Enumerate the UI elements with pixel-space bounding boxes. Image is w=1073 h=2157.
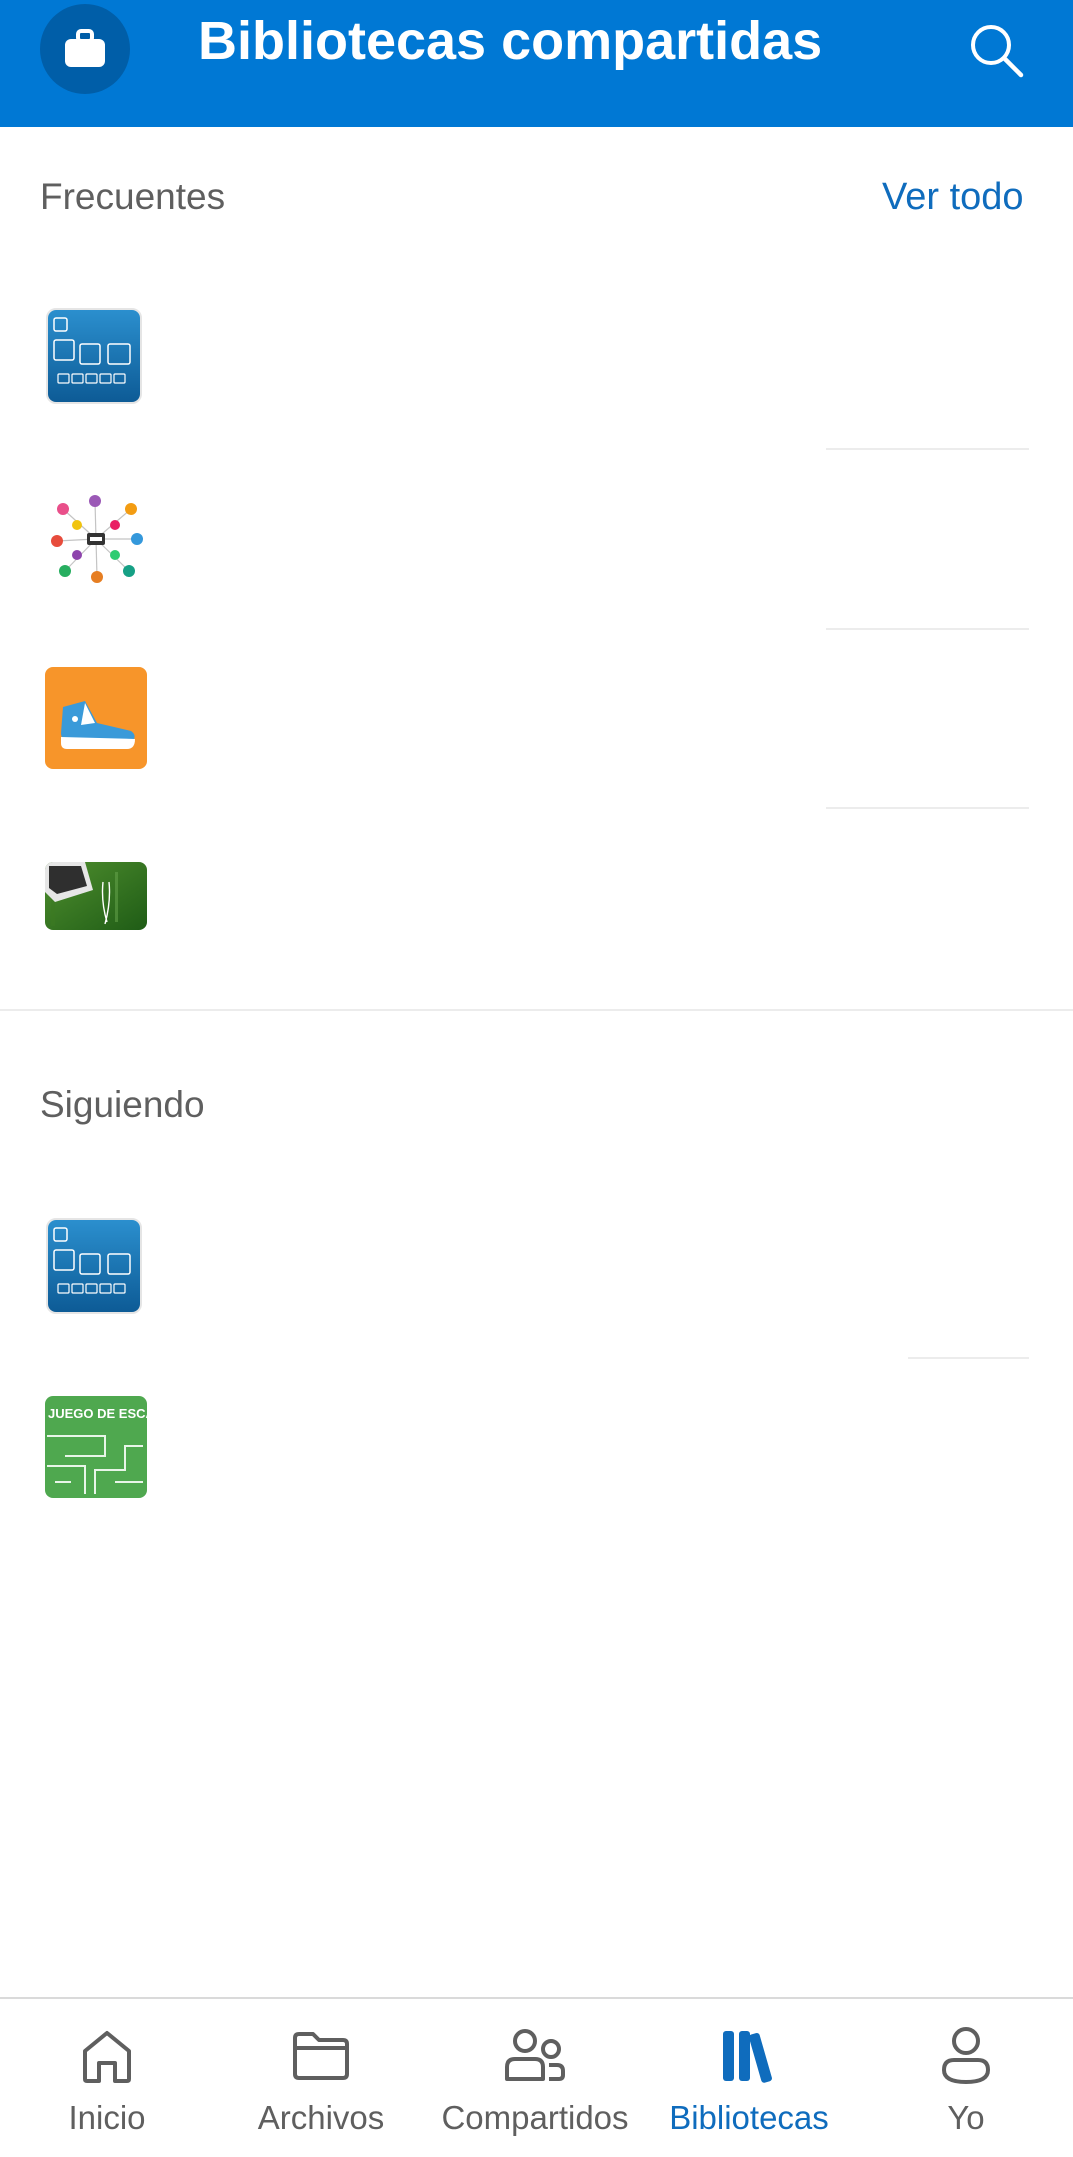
app-bar: Bibliotecas compartidas — [0, 0, 1073, 127]
network-diagram-thumbnail — [45, 487, 147, 589]
escape-game-thumbnail: JUEGO DE ESCAPE — [45, 1396, 147, 1498]
escape-game-text: JUEGO DE ESCAPE — [48, 1406, 147, 1421]
see-all-link[interactable]: Ver todo — [882, 176, 1024, 219]
nav-inicio[interactable]: Inicio — [0, 1999, 214, 2157]
nav-label: Inicio — [68, 2099, 146, 2136]
sneaker-thumbnail — [45, 667, 147, 769]
page-title: Bibliotecas compartidas — [198, 11, 823, 71]
divider — [908, 1357, 1029, 1359]
divider — [826, 448, 1029, 450]
search-icon — [971, 25, 1024, 78]
nav-label: Yo — [947, 2099, 985, 2136]
code-keyboard-thumbnail — [46, 308, 142, 404]
code-keyboard-thumbnail — [46, 1218, 142, 1314]
section-divider — [0, 1009, 1073, 1011]
search-button[interactable] — [960, 14, 1032, 86]
nav-yo[interactable]: Yo — [859, 1999, 1073, 2157]
person-icon — [942, 2027, 990, 2084]
laptop-grass-thumbnail — [45, 862, 147, 930]
bottom-navigation: Inicio Archivos Compartidos Bibliotecas … — [0, 1997, 1073, 2157]
divider — [826, 807, 1029, 809]
siguiendo-heading: Siguiendo — [40, 1084, 205, 1125]
nav-archivos[interactable]: Archivos — [214, 1999, 428, 2157]
nav-bibliotecas[interactable]: Bibliotecas — [642, 1999, 856, 2157]
library-icon — [723, 2031, 772, 2083]
divider — [826, 628, 1029, 630]
people-icon — [505, 2029, 565, 2081]
home-icon — [83, 2031, 131, 2083]
nav-compartidos[interactable]: Compartidos — [428, 1999, 642, 2157]
nav-label: Compartidos — [441, 2099, 629, 2136]
frecuentes-heading: Frecuentes — [40, 176, 226, 217]
folder-icon — [293, 2032, 349, 2080]
briefcase-icon — [65, 29, 105, 67]
nav-label: Bibliotecas — [669, 2099, 829, 2136]
account-avatar[interactable] — [40, 4, 130, 94]
nav-label: Archivos — [257, 2099, 385, 2136]
